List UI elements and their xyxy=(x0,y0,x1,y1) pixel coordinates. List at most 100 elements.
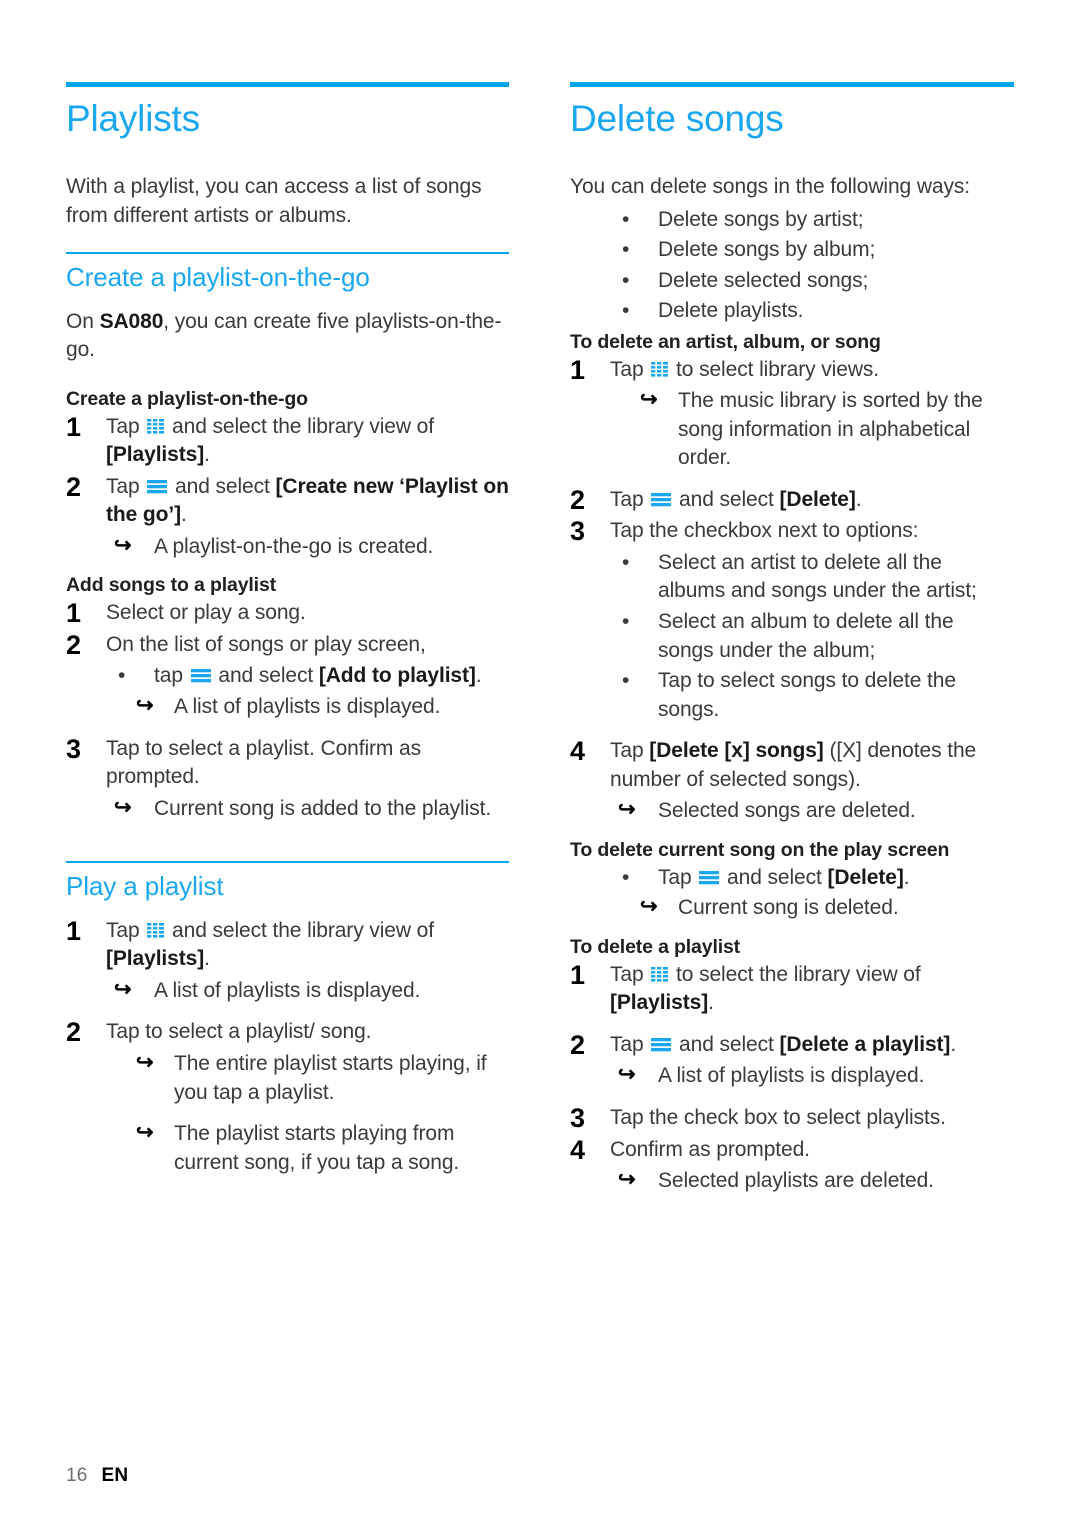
library-views-grid-icon[interactable] xyxy=(651,966,669,982)
delete-songs-intro: You can delete songs in the following wa… xyxy=(570,174,971,198)
page-title-playlists: Playlists xyxy=(66,98,200,139)
left-column: Playlists With a playlist, you can acces… xyxy=(66,82,509,1179)
bullet-text-pre: Tap xyxy=(658,865,698,889)
result-arrow-icon: ↪ xyxy=(114,533,132,557)
footer-page-number: 16 xyxy=(66,1465,88,1486)
bullet-item: • Select an album to delete all the song… xyxy=(570,608,1014,665)
options-menu-icon[interactable] xyxy=(147,479,168,494)
playlists-intro: With a playlist, you can access a list o… xyxy=(66,174,482,227)
step-text-mid: and select xyxy=(169,474,276,498)
result-text: Selected playlists are deleted. xyxy=(658,1169,934,1193)
bullet-item: • Delete songs by artist; xyxy=(570,206,1014,235)
result-item: ↪ A list of playlists is displayed. xyxy=(570,1062,1014,1091)
options-menu-icon[interactable] xyxy=(699,870,720,885)
bullet-dot-icon: • xyxy=(118,664,126,688)
step-text: Confirm as prompted. xyxy=(610,1137,810,1161)
step-text-pre: Tap xyxy=(610,962,650,986)
chapter-rule-right xyxy=(570,82,1014,87)
step-number: 1 xyxy=(570,959,585,990)
step-text-mid: and select xyxy=(673,487,780,511)
step-item: 2 Tap to select a playlist/ song. xyxy=(66,1017,509,1047)
ui-label: [Delete a playlist] xyxy=(779,1032,951,1056)
step-number: 1 xyxy=(66,915,81,946)
result-item: ↪ A list of playlists is displayed. xyxy=(66,977,509,1006)
subheading-delete-a-playlist: To delete a playlist xyxy=(570,935,741,958)
step-text-pre: Tap xyxy=(610,1032,650,1056)
step-text: Tap the check box to select playlists. xyxy=(610,1106,946,1130)
result-text: A list of playlists is displayed. xyxy=(154,978,421,1002)
bullet-item: • tap and select [Add to playlist]. xyxy=(66,662,509,691)
chapter-rule-left xyxy=(66,82,509,87)
step-number: 1 xyxy=(570,354,585,385)
step-text-pre: Tap xyxy=(106,474,146,498)
footer-language-code: EN xyxy=(101,1465,129,1486)
step-number: 3 xyxy=(66,733,81,764)
step-text-mid: and select xyxy=(673,1032,780,1056)
bullet-text: Select an album to delete all the songs … xyxy=(658,610,954,662)
step-text-mid: to select the library view of xyxy=(670,962,921,986)
bullet-dot-icon: • xyxy=(622,299,630,323)
bullet-text: Select an artist to delete all the album… xyxy=(658,550,977,603)
step-text-post: . xyxy=(950,1032,957,1056)
step-number: 4 xyxy=(570,736,585,767)
step-item: 3 Tap the checkbox next to options: xyxy=(570,516,1014,546)
step-item: 2 Tap and select [Delete]. xyxy=(570,485,1014,515)
step-text-post: . xyxy=(708,991,714,1015)
options-menu-icon[interactable] xyxy=(651,492,672,507)
result-item: ↪ The music library is sorted by the son… xyxy=(570,387,1014,473)
subheading-add-songs-to-playlist: Add songs to a playlist xyxy=(66,574,276,597)
result-item: ↪ The playlist starts playing from curre… xyxy=(66,1120,509,1177)
result-arrow-icon: ↪ xyxy=(114,795,132,819)
bullet-text: Tap to select songs to delete the songs. xyxy=(658,669,956,721)
options-menu-icon[interactable] xyxy=(190,668,211,683)
bullet-text: Delete songs by artist; xyxy=(658,207,864,231)
result-text: Selected songs are deleted. xyxy=(658,799,916,823)
step-item: 1 Tap and select the library view of [Pl… xyxy=(66,916,509,974)
result-text: The music library is sorted by the song … xyxy=(678,389,983,470)
step-text-post: . xyxy=(855,487,862,511)
result-text: A list of playlists is displayed. xyxy=(174,695,441,719)
result-item: ↪ Current song is added to the playlist. xyxy=(66,795,509,824)
device-model: SA080 xyxy=(99,309,164,333)
result-arrow-icon: ↪ xyxy=(618,1063,636,1087)
bullet-text-pre: tap xyxy=(154,664,189,688)
library-views-grid-icon[interactable] xyxy=(147,418,165,434)
step-number: 4 xyxy=(570,1134,585,1165)
step-text: Tap the checkbox next to options: xyxy=(610,519,919,543)
result-arrow-icon: ↪ xyxy=(114,977,132,1001)
library-views-grid-icon[interactable] xyxy=(651,361,669,377)
bullet-text: Delete selected songs; xyxy=(658,268,869,292)
result-item: ↪ A playlist-on-the-go is created. xyxy=(66,533,509,562)
step-text-pre: Tap xyxy=(610,739,650,763)
library-views-grid-icon[interactable] xyxy=(147,922,165,938)
result-item: ↪ Selected playlists are deleted. xyxy=(570,1167,1014,1196)
bullet-item: • Tap and select [Delete]. xyxy=(570,864,1014,893)
step-text: On the list of songs or play screen, xyxy=(106,632,426,656)
section-rule-create-playlist xyxy=(66,252,509,255)
step-text: Tap to select a playlist. Confirm as pro… xyxy=(106,736,422,789)
lead-pre: On xyxy=(66,309,100,333)
step-text-mid: and select the library view of xyxy=(166,918,434,942)
ui-label: [Delete] xyxy=(779,487,856,511)
subheading-delete-artist-album-song: To delete an artist, album, or song xyxy=(570,330,881,353)
result-item: ↪ Current song is deleted. xyxy=(570,894,1014,923)
step-item: 4 Tap [Delete [x] songs] ([X] denotes th… xyxy=(570,736,1014,794)
bullet-text: Delete songs by album; xyxy=(658,238,876,262)
bullet-dot-icon: • xyxy=(622,610,630,634)
subheading-create-playlist-on-the-go: Create a playlist-on-the-go xyxy=(66,387,308,410)
subheading-delete-current-song: To delete current song on the play scree… xyxy=(570,838,950,861)
bullet-dot-icon: • xyxy=(622,550,630,574)
result-arrow-icon: ↪ xyxy=(640,388,658,412)
result-arrow-icon: ↪ xyxy=(640,895,658,919)
step-item: 1 Tap to select the library view of [Pla… xyxy=(570,960,1014,1018)
ui-label: [Delete] xyxy=(827,865,904,889)
result-arrow-icon: ↪ xyxy=(136,1121,154,1145)
manual-page: Playlists With a playlist, you can acces… xyxy=(0,0,1080,1527)
step-number: 3 xyxy=(570,516,585,547)
result-text: Current song is deleted. xyxy=(678,896,899,920)
step-text-pre: Tap xyxy=(106,414,146,438)
bullet-item: • Tap to select songs to delete the song… xyxy=(570,667,1014,724)
bullet-dot-icon: • xyxy=(622,268,630,292)
step-item: 1 Tap to select library views. xyxy=(570,355,1014,385)
options-menu-icon[interactable] xyxy=(651,1037,672,1052)
